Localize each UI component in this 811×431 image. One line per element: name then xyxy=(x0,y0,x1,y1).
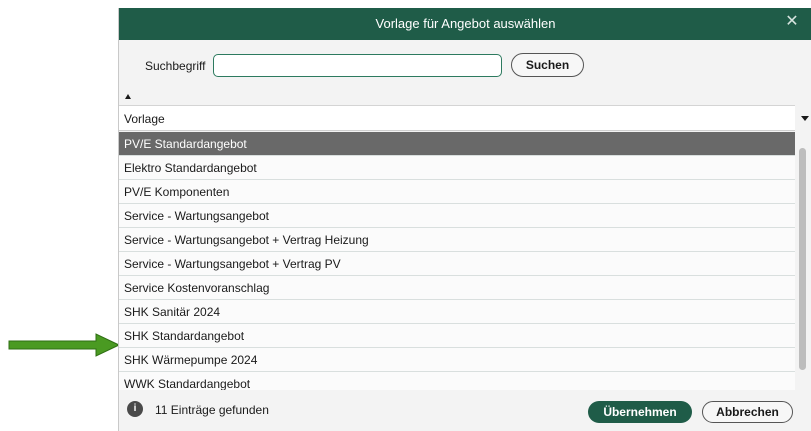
list-item[interactable]: SHK Standardangebot xyxy=(119,324,795,348)
column-header-label: Vorlage xyxy=(124,112,165,126)
list-item[interactable]: SHK Wärmepumpe 2024 xyxy=(119,348,795,372)
list-item[interactable]: Service Kostenvoranschlag xyxy=(119,276,795,300)
search-label: Suchbegriff xyxy=(145,59,206,73)
screen: Vorlage für Angebot auswählen ✕ Suchbegr… xyxy=(0,0,811,431)
result-count: 11 Einträge gefunden xyxy=(155,403,269,417)
arrow-right-icon xyxy=(8,333,120,357)
template-select-dialog: Vorlage für Angebot auswählen ✕ Suchbegr… xyxy=(118,8,811,431)
apply-button[interactable]: Übernehmen xyxy=(588,401,692,423)
vertical-scrollbar[interactable] xyxy=(799,148,806,370)
info-icon: i xyxy=(127,401,143,417)
scrollbar-thumb[interactable] xyxy=(799,148,806,370)
close-icon[interactable]: ✕ xyxy=(782,12,802,32)
list-item[interactable]: SHK Sanitär 2024 xyxy=(119,300,795,324)
sort-ascending-icon xyxy=(125,94,131,99)
column-header[interactable]: Vorlage xyxy=(119,105,795,131)
list-item[interactable]: Service - Wartungsangebot + Vertrag PV xyxy=(119,252,795,276)
annotation-arrow-shape xyxy=(8,333,120,357)
list-item[interactable]: PV/E Komponenten xyxy=(119,180,795,204)
cancel-button[interactable]: Abbrechen xyxy=(702,401,793,423)
template-list: PV/E Standardangebot Elektro Standardange… xyxy=(119,132,795,390)
list-item[interactable]: PV/E Standardangebot xyxy=(119,132,795,156)
search-button[interactable]: Suchen xyxy=(511,53,584,77)
search-input[interactable] xyxy=(213,54,502,77)
dialog-titlebar: Vorlage für Angebot auswählen ✕ xyxy=(119,8,811,40)
dialog-title: Vorlage für Angebot auswählen xyxy=(375,16,556,31)
chevron-down-icon[interactable] xyxy=(798,112,811,126)
list-item[interactable]: Service - Wartungsangebot + Vertrag Heiz… xyxy=(119,228,795,252)
status-bar: i 11 Einträge gefunden Übernehmen Abbrec… xyxy=(119,393,811,431)
list-item[interactable]: WWK Standardangebot xyxy=(119,372,795,390)
list-item[interactable]: Elektro Standardangebot xyxy=(119,156,795,180)
list-item[interactable]: Service - Wartungsangebot xyxy=(119,204,795,228)
